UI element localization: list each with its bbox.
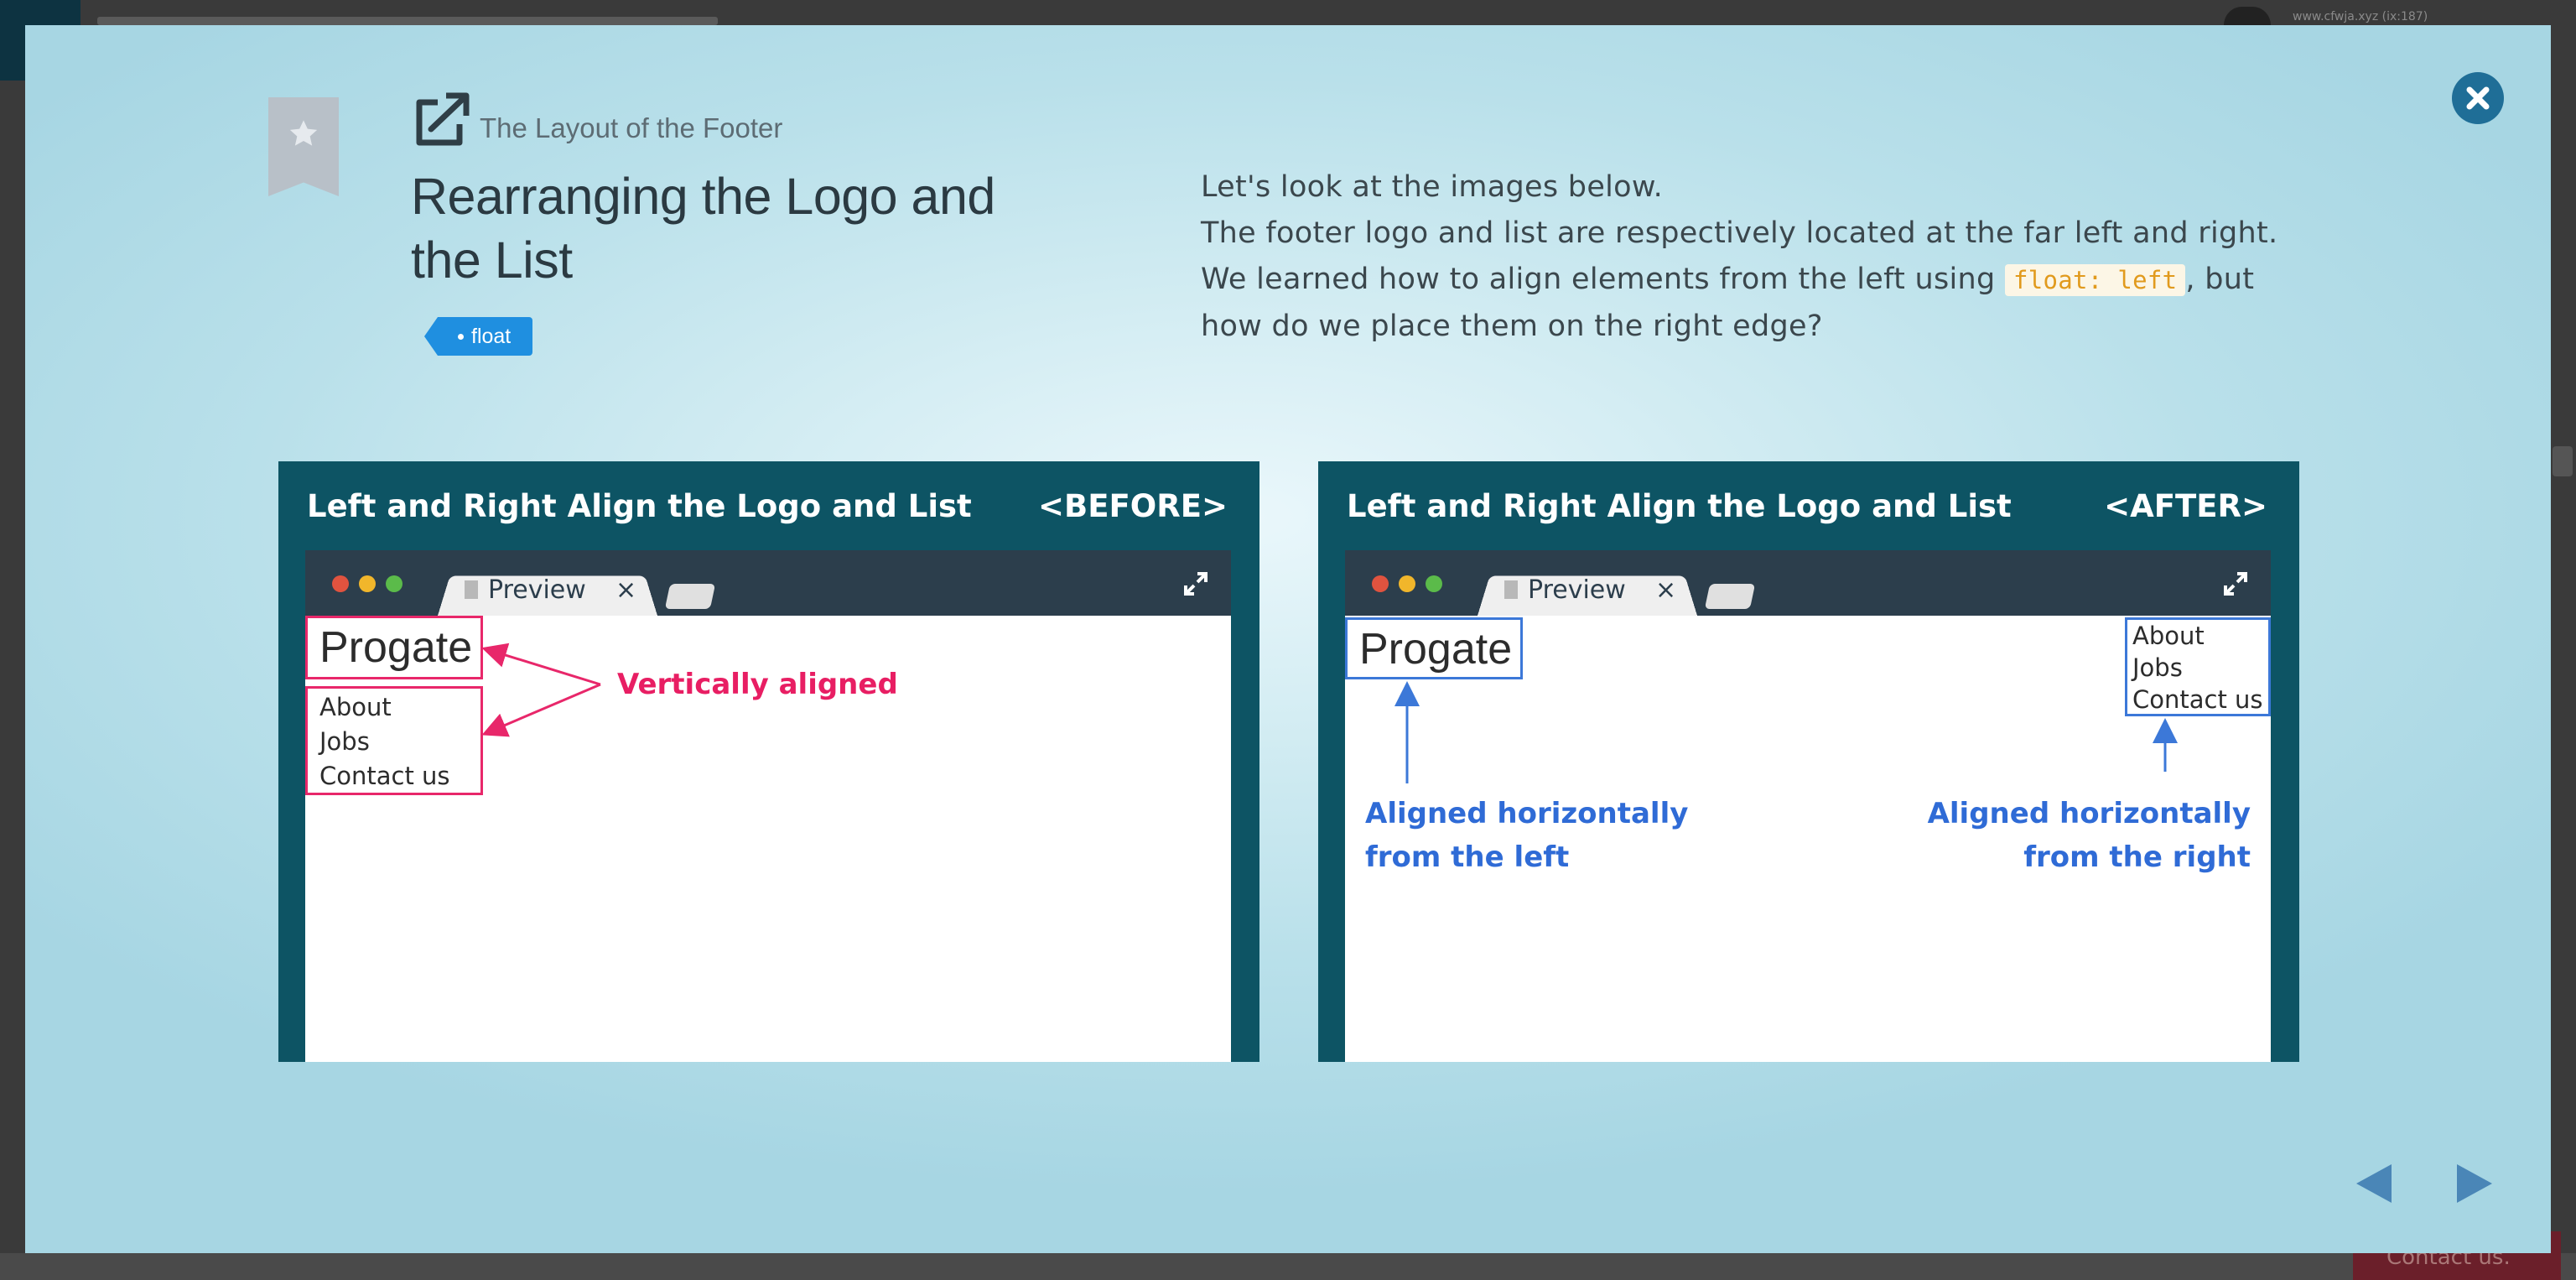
after-badge: <AFTER> xyxy=(2104,488,2267,524)
desc-line-3-post: , but xyxy=(2185,263,2255,296)
right-aligned-note: Aligned horizontally from the right xyxy=(1928,792,2251,879)
before-browser: Preview × Progate About Jobs Contact us xyxy=(305,550,1231,1062)
document-icon xyxy=(1504,580,1518,599)
right-note-line-1: Aligned horizontally xyxy=(1927,797,2251,830)
desc-line-3-pre: We learned how to align elements from th… xyxy=(1201,263,2005,296)
after-viewport: Progate About Jobs Contact us Aligned ho… xyxy=(1345,616,2271,1062)
vertically-aligned-note: Vertically aligned xyxy=(617,668,898,701)
tag-dot xyxy=(458,334,464,340)
tag-label: float xyxy=(471,325,512,348)
external-link-icon[interactable] xyxy=(413,92,471,148)
app-search-bar xyxy=(97,17,718,25)
page-title: Rearranging the Logo and the List xyxy=(411,168,995,289)
traffic-light-yellow xyxy=(1399,575,1415,592)
next-arrow-icon[interactable] xyxy=(2455,1163,2494,1205)
after-heading: Left and Right Align the Logo and List xyxy=(1347,488,2012,524)
right-note-line-2: from the right xyxy=(2023,840,2251,874)
close-icon xyxy=(2466,86,2490,110)
before-viewport: Progate About Jobs Contact us Vertically xyxy=(305,616,1231,1062)
slide-modal: The Layout of the Footer Rearranging the… xyxy=(25,25,2551,1253)
star-bookmark-icon[interactable] xyxy=(268,97,339,196)
desc-line-2: The footer logo and list are respectivel… xyxy=(1201,216,2278,250)
traffic-light-green xyxy=(386,575,402,592)
desc-line-4: how do we place them on the right edge? xyxy=(1201,310,1823,343)
expand-icon xyxy=(1184,572,1208,596)
traffic-light-red xyxy=(1372,575,1389,592)
before-heading: Left and Right Align the Logo and List xyxy=(307,488,972,524)
tab-close-icon: × xyxy=(1655,575,1677,605)
after-panel: Left and Right Align the Logo and List <… xyxy=(1318,461,2299,1062)
before-panel: Left and Right Align the Logo and List <… xyxy=(278,461,1259,1062)
left-aligned-note: Aligned horizontally from the left xyxy=(1365,792,1688,879)
desc-line-1: Let's look at the images below. xyxy=(1201,170,1664,204)
app-avatar xyxy=(2224,7,2271,25)
tag-badge[interactable]: float xyxy=(423,317,533,356)
desc-line-3: We learned how to align elements from th… xyxy=(1201,257,2308,304)
description: Let's look at the images below. The foot… xyxy=(1201,164,2308,350)
prev-arrow-icon[interactable] xyxy=(2355,1163,2393,1205)
traffic-light-yellow xyxy=(359,575,376,592)
left-note-line-2: from the left xyxy=(1365,840,1570,874)
new-tab xyxy=(1704,584,1756,609)
traffic-light-green xyxy=(1426,575,1442,592)
browser-chrome: Preview × xyxy=(305,550,1231,616)
expand-icon xyxy=(2224,572,2247,596)
traffic-light-red xyxy=(332,575,349,592)
left-note-line-1: Aligned horizontally xyxy=(1365,797,1689,830)
tab-label: Preview xyxy=(488,575,586,605)
app-url-text: www.cfwja.xyz (ix:187) xyxy=(2293,10,2428,23)
tab-label: Preview xyxy=(1528,575,1626,605)
tab-close-icon: × xyxy=(615,575,637,605)
new-tab xyxy=(664,584,716,609)
document-icon xyxy=(465,580,478,599)
star-icon xyxy=(289,120,318,146)
app-bottom-bar xyxy=(0,1253,2576,1280)
browser-chrome: Preview × xyxy=(1345,550,2271,616)
section-title: The Layout of the Footer xyxy=(480,112,783,143)
app-scrollbar xyxy=(2553,446,2573,476)
close-button[interactable] xyxy=(2452,72,2504,124)
inline-code: float: left xyxy=(2005,264,2186,296)
before-badge: <BEFORE> xyxy=(1038,488,1228,524)
after-browser: Preview × Progate About Jobs Contact us xyxy=(1345,550,2271,1062)
